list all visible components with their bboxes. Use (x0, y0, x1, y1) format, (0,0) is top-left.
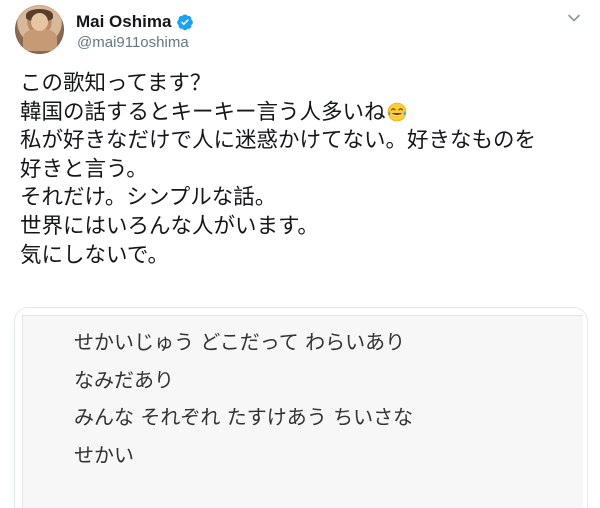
tweet-text: この歌知ってます？ 韓国の話するとキーキー言う人多いね 私が好きなだけで人に迷惑… (20, 70, 590, 270)
display-name[interactable]: Mai Oshima (76, 12, 171, 32)
lyric-line: せかいじゅう どこだって わらいあり (74, 330, 406, 354)
tweet-line: それだけ。シンプルな話。 (20, 185, 277, 211)
lyric-line: せかい (74, 443, 134, 468)
tweet-line: 私が好きなだけで人に迷惑かけてない。好きなものを (20, 128, 537, 154)
avatar[interactable] (15, 5, 64, 54)
tweet-line: 世界にはいろんな人がいます。 (20, 213, 319, 239)
verified-badge-icon (177, 14, 194, 31)
tweet-line: この歌知ってます？ (20, 71, 212, 96)
tweet-line-text: 韓国の話するとキーキー言う人多いね (20, 99, 386, 125)
lyric-line: なみだあり (74, 367, 174, 392)
chevron-down-icon[interactable] (567, 11, 581, 25)
tweet-line: 気にしないで。 (20, 242, 169, 268)
user-name-row[interactable]: Mai Oshima (76, 11, 194, 33)
lyric-line: みんな それぞれ たすけあう ちいさな (74, 405, 414, 430)
tweet: Mai Oshima @mai911oshima この歌知ってます？ 韓国の話す… (0, 0, 600, 508)
tweet-line: 韓国の話するとキーキー言う人多いね (20, 99, 590, 128)
user-handle[interactable]: @mai911oshima (77, 34, 189, 51)
tweet-line: 好きと言う。 (20, 156, 148, 182)
face-with-tears-of-joy-icon (387, 102, 406, 121)
card-lyrics: せかいじゅう どこだって わらいあり なみだあり みんな それぞれ たすけあう … (74, 324, 413, 475)
